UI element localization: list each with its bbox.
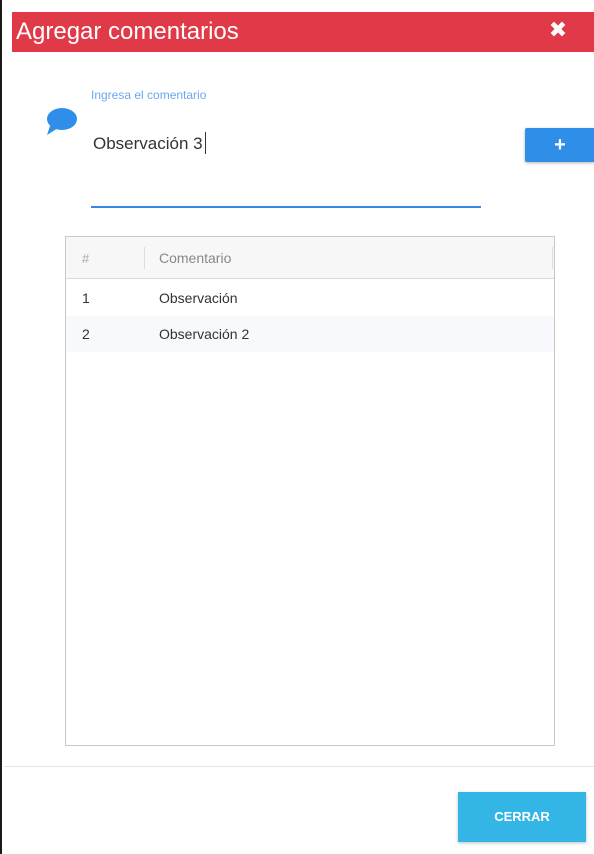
- column-separator: [144, 247, 145, 269]
- row-number: 1: [82, 290, 90, 306]
- table-header: # Comentario: [66, 237, 554, 279]
- column-header-number[interactable]: #: [82, 251, 89, 266]
- comment-input[interactable]: [91, 130, 481, 158]
- close-icon[interactable]: ✖: [548, 18, 568, 42]
- chat-bubble-icon: [44, 106, 80, 138]
- comments-table: # Comentario 1 Observación 2 Observación…: [65, 236, 555, 746]
- footer-divider: [4, 766, 594, 767]
- column-header-comment[interactable]: Comentario: [159, 250, 231, 266]
- table-row[interactable]: 1 Observación: [66, 280, 554, 316]
- comment-input-underline: [91, 206, 481, 208]
- dialog-titlebar: Agregar comentarios ✖: [12, 12, 594, 52]
- row-comment: Observación: [159, 290, 238, 306]
- close-button[interactable]: CERRAR: [458, 792, 586, 842]
- dialog-title: Agregar comentarios: [16, 18, 239, 45]
- add-comment-button[interactable]: +: [525, 128, 594, 162]
- text-caret: [205, 132, 206, 154]
- column-separator: [552, 247, 553, 269]
- table-row[interactable]: 2 Observación 2: [66, 316, 554, 352]
- row-number: 2: [82, 326, 90, 342]
- row-comment: Observación 2: [159, 326, 250, 342]
- add-comments-dialog: Agregar comentarios ✖ Ingresa el comenta…: [0, 0, 594, 854]
- comment-input-label: Ingresa el comentario: [91, 88, 207, 102]
